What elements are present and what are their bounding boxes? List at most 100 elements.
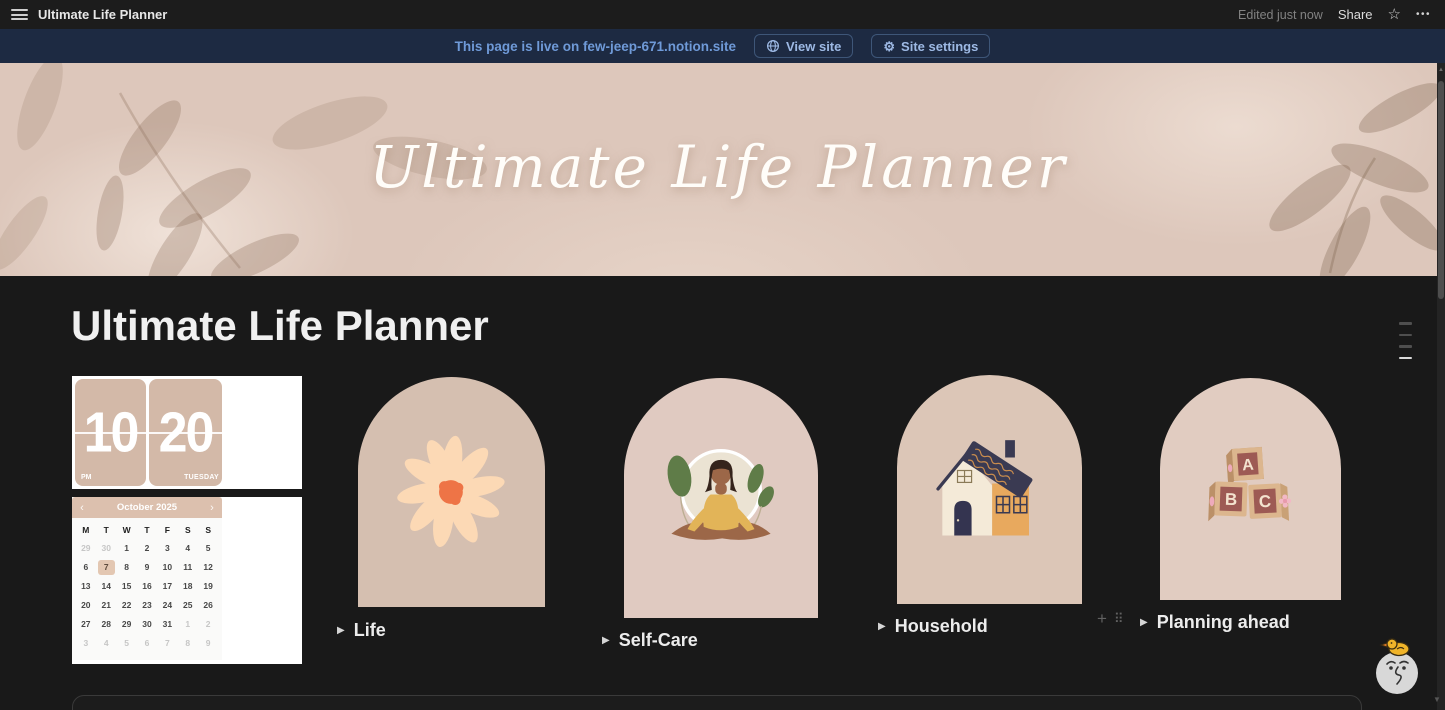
table-of-contents-indicator[interactable] (1399, 322, 1412, 359)
toggle-section-planning-ahead[interactable]: ▶ Planning ahead (1140, 612, 1290, 633)
calendar-day-header: W (116, 525, 136, 535)
sidebar-toggle-icon[interactable] (11, 9, 28, 20)
calendar-day[interactable]: 5 (118, 636, 135, 651)
calendar-day[interactable]: 3 (159, 541, 176, 556)
toggle-triangle-icon: ▶ (878, 622, 886, 632)
calendar-day[interactable]: 11 (179, 560, 196, 575)
calendar-day-header: F (157, 525, 177, 535)
favorite-star-icon[interactable]: ☆ (1388, 7, 1401, 22)
calendar-day[interactable]: 12 (200, 560, 217, 575)
toggle-section-life[interactable]: ▶ Life (337, 620, 386, 641)
share-button[interactable]: Share (1338, 7, 1373, 22)
vertical-scrollbar[interactable]: ▲ (1437, 63, 1445, 710)
block-letter-b: B (1224, 490, 1237, 509)
scroll-up-icon[interactable]: ▲ (1437, 66, 1445, 74)
calendar-day[interactable]: 25 (179, 598, 196, 613)
calendar-day[interactable]: 1 (118, 541, 135, 556)
gear-icon: ⚙ (883, 40, 895, 53)
edited-timestamp: Edited just now (1238, 8, 1323, 22)
more-options-icon[interactable]: ••• (1416, 9, 1431, 20)
globe-icon (766, 39, 780, 53)
calendar-month-title: October 2025 (92, 502, 202, 513)
calendar-day-header: M (76, 525, 96, 535)
calendar-day[interactable]: 13 (77, 579, 94, 594)
calendar-day[interactable]: 26 (200, 598, 217, 613)
calendar-day[interactable]: 16 (138, 579, 155, 594)
daisy-flower-illustration (387, 427, 517, 557)
avatar-circle (1376, 652, 1418, 694)
toggle-triangle-icon: ▶ (602, 636, 610, 646)
live-site-message: This page is live on few-jeep-671.notion… (455, 39, 736, 54)
block-hover-controls: + ⠿ (1097, 610, 1123, 627)
calendar-day[interactable]: 2 (138, 541, 155, 556)
calendar-day[interactable]: 30 (98, 541, 115, 556)
calendar-day[interactable]: 9 (200, 636, 217, 651)
calendar-day[interactable]: 27 (77, 617, 94, 632)
calendar-day[interactable]: 6 (77, 560, 94, 575)
view-site-label: View site (786, 39, 841, 54)
calendar-day-header: S (178, 525, 198, 535)
calendar-day[interactable]: 18 (179, 579, 196, 594)
calendar-day[interactable]: 17 (159, 579, 176, 594)
calendar-prev-icon[interactable]: ‹ (72, 502, 92, 514)
section-label-life: Life (354, 620, 386, 641)
calendar-grid: MTWTFSS293012345678910111213141516171819… (72, 520, 222, 653)
calendar-day[interactable]: 23 (138, 598, 155, 613)
calendar-day[interactable]: 20 (77, 598, 94, 613)
block-letter-a: A (1241, 457, 1254, 475)
section-label-household: Household (895, 616, 988, 637)
toggle-triangle-icon: ▶ (1140, 618, 1148, 628)
household-card-image (897, 375, 1082, 604)
calendar-day[interactable]: 1 (179, 617, 196, 632)
calendar-day[interactable]: 15 (118, 579, 135, 594)
toggle-section-household[interactable]: ▶ Household (878, 616, 988, 637)
calendar-day[interactable]: 22 (118, 598, 135, 613)
calendar-day[interactable]: 9 (138, 560, 155, 575)
planning-ahead-card-image: A B C (1160, 378, 1341, 600)
calendar-day[interactable]: 5 (200, 541, 217, 556)
calendar-day[interactable]: 7 (159, 636, 176, 651)
page-cover-image: Ultimate Life Planner (0, 63, 1437, 276)
calendar-day[interactable]: 3 (77, 636, 94, 651)
calendar-day[interactable]: 31 (159, 617, 176, 632)
flip-clock-widget: 10 20 PM TUESDAY (72, 376, 302, 489)
clock-weekday: TUESDAY (175, 474, 219, 481)
notion-app-window: Ultimate Life Planner Edited just now Sh… (0, 0, 1445, 710)
toggle-section-self-care[interactable]: ▶ Self-Care (602, 630, 698, 651)
calendar-day-selected[interactable]: 7 (98, 560, 115, 575)
calendar-day[interactable]: 24 (159, 598, 176, 613)
calendar-day[interactable]: 29 (118, 617, 135, 632)
life-card-image (358, 377, 545, 607)
calendar-day[interactable]: 28 (98, 617, 115, 632)
breadcrumb-page-title: Ultimate Life Planner (38, 7, 167, 22)
calendar-day[interactable]: 8 (118, 560, 135, 575)
calendar-day[interactable]: 8 (179, 636, 196, 651)
calendar-day[interactable]: 29 (77, 541, 94, 556)
calendar-day-header: S (198, 525, 218, 535)
calendar-day[interactable]: 21 (98, 598, 115, 613)
calendar-day[interactable]: 4 (98, 636, 115, 651)
scrollbar-thumb[interactable] (1438, 81, 1444, 299)
duck-avatar-button[interactable] (1372, 637, 1424, 702)
view-site-button[interactable]: View site (754, 34, 853, 58)
calendar-day[interactable]: 6 (138, 636, 155, 651)
calendar-day[interactable]: 10 (159, 560, 176, 575)
toggle-triangle-icon: ▶ (337, 626, 345, 636)
calendar-day[interactable]: 4 (179, 541, 196, 556)
add-block-icon[interactable]: + (1097, 610, 1107, 627)
calendar-next-icon[interactable]: › (202, 502, 222, 514)
section-label-self-care: Self-Care (619, 630, 698, 651)
site-settings-button[interactable]: ⚙ Site settings (871, 34, 990, 58)
scroll-down-icon[interactable]: ▼ (1433, 695, 1441, 704)
page-title[interactable]: Ultimate Life Planner (71, 302, 489, 350)
drag-handle-icon[interactable]: ⠿ (1114, 612, 1124, 625)
calendar-day[interactable]: 19 (200, 579, 217, 594)
self-care-card-image (624, 378, 818, 618)
site-settings-label: Site settings (901, 39, 978, 54)
block-letter-c: C (1258, 492, 1271, 512)
calendar-header: ‹ October 2025 › (72, 497, 222, 518)
calendar-day[interactable]: 30 (138, 617, 155, 632)
calendar-day[interactable]: 14 (98, 579, 115, 594)
meditating-woman-illustration (646, 423, 796, 573)
calendar-day[interactable]: 2 (200, 617, 217, 632)
